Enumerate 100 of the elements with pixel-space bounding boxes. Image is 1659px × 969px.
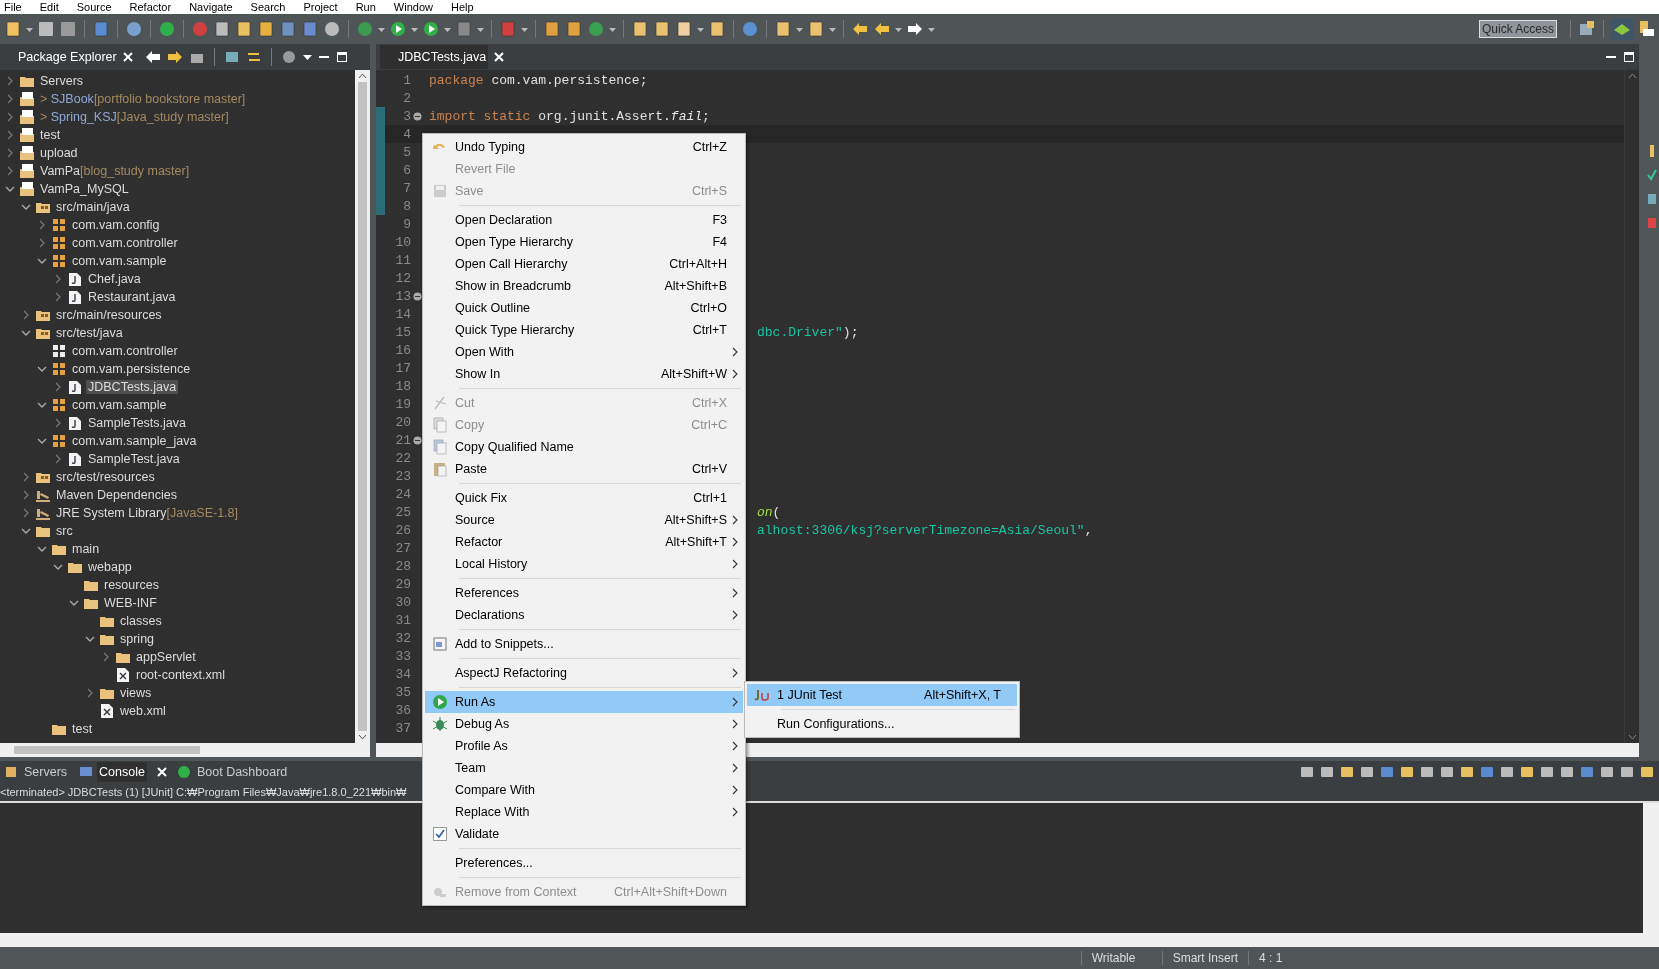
toolbar-icon[interactable] [1499,764,1515,780]
toolbar-icon[interactable] [1419,764,1435,780]
tree-item[interactable]: web.xml [118,704,168,718]
tree-item[interactable]: src [54,524,75,538]
menu-item[interactable]: References [425,582,743,604]
scrollbar[interactable] [355,70,370,743]
tree-item[interactable]: JDBCTests.java [86,380,179,394]
menu-item[interactable]: Project [303,0,338,14]
toolbar-icon[interactable] [1519,764,1535,780]
close-icon[interactable] [494,52,505,62]
toolbar-icon[interactable] [1359,764,1375,780]
toolbar-icon[interactable] [1459,764,1475,780]
menu-item[interactable]: Open Type Hierarchy F4 [425,231,743,253]
menu-item[interactable]: File [4,0,22,14]
menu-item[interactable]: Local History [425,553,743,575]
toolbar-icon[interactable] [1619,764,1635,780]
toolbar-icon[interactable] [1299,764,1315,780]
horizontal-scrollbar[interactable] [0,743,370,757]
checkbox[interactable] [433,827,447,841]
toolbar-icon[interactable] [1399,764,1415,780]
tree-item[interactable]: views [118,686,154,700]
scroll-down-icon[interactable] [358,734,367,740]
menu-item[interactable]: Navigate [189,0,233,14]
menu-item[interactable]: Declarations [425,604,743,626]
menu-item[interactable]: Copy Qualified Name [425,436,743,458]
menu-item[interactable]: Quick Fix Ctrl+1 [425,487,743,509]
horizontal-scrollbar[interactable] [0,933,1659,947]
tree-item[interactable]: classes [118,614,164,628]
back-arrow-icon[interactable] [144,49,161,65]
close-icon[interactable] [122,52,133,62]
tree-item[interactable]: src/main/resources [54,308,164,322]
check-icon[interactable] [1647,168,1657,182]
editor-tab[interactable]: JDBCTests.java [380,45,489,69]
menu-item[interactable]: Run [355,0,376,14]
menu-item[interactable]: Replace With [425,801,743,823]
menu-item[interactable]: Debug As [425,713,743,735]
menu-item[interactable]: Show in Breadcrumb Alt+Shift+B [425,275,743,297]
tree-item[interactable]: webapp [86,560,134,574]
forward-arrow-icon[interactable] [906,20,924,38]
panel-tab[interactable]: Boot Dashboard [194,762,290,782]
menu-item[interactable]: Run Configurations... [747,713,1017,735]
menu-item[interactable]: Show In Alt+Shift+W [425,363,743,385]
tree-item[interactable]: Maven Dependencies [54,488,179,502]
tree-item[interactable]: SampleTest.java [86,452,182,466]
menu-item[interactable]: Quick Outline Ctrl+O [425,297,743,319]
menu-item[interactable]: Undo Typing Ctrl+Z [425,136,743,158]
menu-item[interactable]: Source Alt+Shift+S [425,509,743,531]
menu-item[interactable]: Open With [425,341,743,363]
tree-item[interactable]: com.vam.controller [70,236,180,250]
menu-item[interactable]: Preferences... [425,852,743,874]
run-icon[interactable] [389,20,407,38]
toolbar-icon[interactable] [1559,764,1575,780]
toolbar-icon[interactable] [1579,764,1595,780]
menu-item[interactable]: AspectJ Refactoring [425,662,743,684]
toolbar-icon[interactable] [1439,764,1455,780]
menu-item[interactable]: Refactor [129,0,172,14]
toolbar-icon[interactable] [1639,764,1655,780]
tree-item[interactable]: src/main/java [54,200,132,214]
menu-item[interactable]: Compare With [425,779,743,801]
fold-icon[interactable] [412,111,422,121]
toolbar-icon[interactable] [1319,764,1335,780]
menu-item[interactable]: Team [425,757,743,779]
menu-item[interactable]: Edit [39,0,59,14]
tree-item[interactable]: main [70,542,102,556]
scroll-up-icon[interactable] [1627,73,1637,79]
close-icon[interactable] [156,767,167,777]
panel-tab[interactable]: Console [97,762,147,782]
tree-item[interactable]: WEB-INF [102,596,159,610]
fold-icon[interactable] [412,291,422,301]
tree-item[interactable]: JRE System Library[JavaSE-1.8] [54,506,241,520]
forward-arrow-icon[interactable] [166,49,183,65]
page-icon[interactable] [257,20,275,38]
panel-tab[interactable]: Servers [22,762,70,782]
globe-icon[interactable] [741,20,759,38]
menu-item[interactable]: 1 JUnit Test Alt+Shift+X, T [747,684,1017,706]
menu-item[interactable]: Profile As [425,735,743,757]
scroll-down-icon[interactable] [1627,734,1637,740]
menu-item[interactable]: Open Declaration F3 [425,209,743,231]
tree-item[interactable]: appServlet [134,650,198,664]
scrollbar[interactable] [1643,803,1659,933]
tree-item[interactable]: Chef.java [86,272,143,286]
tree-item[interactable]: > SJBook[portfolio bookstore master] [38,92,248,106]
stop-icon[interactable] [455,20,473,38]
menu-item[interactable]: Run As [425,691,743,713]
menu-item[interactable]: Refactor Alt+Shift+T [425,531,743,553]
view-tab[interactable]: Package Explorer [4,50,117,64]
tree-item[interactable]: src/test/resources [54,470,157,484]
maximize-icon[interactable] [335,49,348,65]
menu-item[interactable]: Quick Type Hierarchy Ctrl+T [425,319,743,341]
quick-access-field[interactable]: Quick Access [1479,20,1557,38]
tree-item[interactable]: test [38,128,63,142]
git-perspective-icon[interactable] [1637,20,1655,38]
scroll-up-icon[interactable] [358,73,367,79]
tree-item[interactable]: > Spring_KSJ[Java_study master] [38,110,231,124]
tree-item[interactable]: com.vam.sample [70,398,169,412]
toolbar-icon[interactable] [1379,764,1395,780]
menu-item[interactable]: Validate [425,823,743,845]
tree-item[interactable]: com.vam.controller [70,344,180,358]
tree-item[interactable]: spring [118,632,157,646]
toolbar-icon[interactable] [1339,764,1355,780]
